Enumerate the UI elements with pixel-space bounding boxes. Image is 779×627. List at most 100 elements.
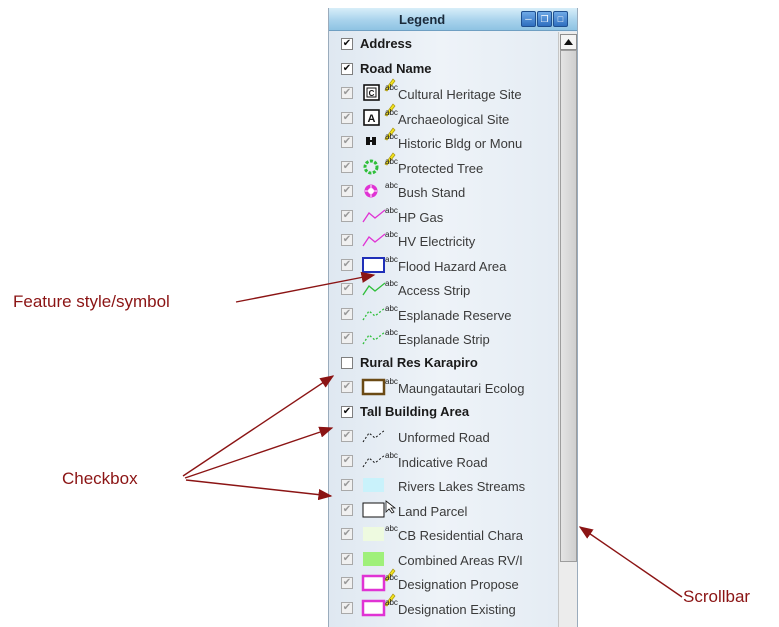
- item-label: Protected Tree: [398, 160, 484, 176]
- item-label: CB Residential Chara: [398, 528, 524, 543]
- green-fill-icon: [363, 551, 384, 566]
- item-label: Designation Propose: [398, 577, 519, 592]
- item-checkbox[interactable]: ✔: [341, 209, 353, 222]
- legend-item-row: ✔ abc CB Residential Chara: [329, 522, 559, 546]
- scroll-up-button[interactable]: [560, 34, 577, 50]
- label-abc-icon: abc: [385, 377, 398, 386]
- item-label: Historic Bldg or Monu: [398, 136, 523, 151]
- layer-checkbox[interactable]: [341, 356, 353, 369]
- item-checkbox[interactable]: ✔: [341, 136, 353, 148]
- item-checkbox[interactable]: ✔: [341, 258, 353, 271]
- item-checkbox[interactable]: ✔: [341, 234, 353, 246]
- checkbox-arrow-2: [184, 426, 334, 479]
- item-label: Access Strip: [398, 283, 471, 298]
- legend-item-row: ✔ Aabc Archaeological Site: [329, 102, 559, 130]
- item-checkbox[interactable]: ✔: [341, 552, 353, 565]
- item-label: Designation Existing: [398, 601, 516, 617]
- triangle-up-icon: [564, 39, 573, 45]
- legend-item-row: ✔ abc HP Gas: [329, 204, 559, 228]
- layer-label: Rural Res Karapiro: [360, 354, 478, 370]
- minimize-button[interactable]: ─: [521, 11, 536, 27]
- svg-text:A: A: [368, 113, 376, 125]
- green-dashed-line-icon: [362, 331, 386, 345]
- layer-row: ✔ Address: [329, 32, 559, 56]
- legend-item-row: ✔ abc Designation Existing: [329, 592, 559, 620]
- item-label: Rivers Lakes Streams: [398, 479, 526, 494]
- magenta-line-icon: [362, 208, 386, 222]
- layer-row: ✔ Road Name: [329, 57, 559, 81]
- legend-item-row: ✔ abc Designation Propose: [329, 568, 559, 595]
- legend-item-row: ✔ Combined Areas RV/I: [329, 547, 559, 571]
- legend-item-row: ✔ abc Flood Hazard Area: [329, 253, 559, 277]
- item-checkbox[interactable]: ✔: [341, 601, 353, 614]
- item-checkbox[interactable]: ✔: [341, 185, 353, 197]
- label-abc-icon: abc: [385, 230, 398, 239]
- legend-item-row: ✔ abc Esplanade Reserve: [329, 302, 559, 326]
- label-abc-icon: abc: [385, 132, 398, 141]
- item-checkbox[interactable]: ✔: [341, 479, 353, 491]
- layer-label: Address: [360, 36, 413, 51]
- item-checkbox[interactable]: ✔: [341, 503, 353, 516]
- label-abc-icon: abc: [385, 83, 398, 92]
- black-dashed-line-icon: [362, 454, 386, 467]
- legend-titlebar: Legend ─ ❐ □: [329, 8, 577, 31]
- layer-checkbox[interactable]: ✔: [341, 62, 353, 75]
- item-checkbox[interactable]: ✔: [341, 332, 353, 344]
- checkbox-arrow-1: [182, 375, 335, 477]
- item-checkbox[interactable]: ✔: [341, 454, 353, 467]
- label-abc-icon: abc: [385, 205, 398, 215]
- layer-row: ✔ Tall Building Area: [329, 400, 559, 424]
- item-label: Land Parcel: [398, 503, 468, 519]
- label-abc-icon: abc: [385, 524, 398, 533]
- item-checkbox[interactable]: ✔: [341, 307, 353, 320]
- item-checkbox[interactable]: ✔: [341, 160, 353, 173]
- layer-checkbox[interactable]: ✔: [341, 405, 353, 418]
- item-checkbox[interactable]: ✔: [341, 381, 353, 393]
- item-checkbox[interactable]: ✔: [341, 430, 353, 442]
- item-label: Archaeological Site: [398, 111, 510, 127]
- magenta-line-icon: [362, 233, 386, 247]
- layer-label: Tall Building Area: [360, 403, 470, 419]
- checkbox-callout: Checkbox: [62, 469, 138, 488]
- legend-list: ✔ Address ✔ Road Name ✔ Cabc Cultural Herita…: [329, 32, 559, 627]
- label-abc-icon: abc: [385, 573, 398, 582]
- item-label: Cultural Heritage Site: [398, 87, 522, 102]
- item-label: HP Gas: [398, 209, 444, 225]
- maximize-button[interactable]: □: [553, 11, 568, 27]
- scrollbar[interactable]: [558, 32, 577, 627]
- svg-text:C: C: [369, 89, 375, 98]
- scrollbar-arrow: [578, 526, 683, 598]
- legend-item-row: ✔ abc Maungatautari Ecolog: [329, 375, 559, 399]
- scrollbar-thumb[interactable]: [560, 50, 577, 562]
- green-line-icon: [362, 282, 386, 296]
- white-box-icon: [362, 502, 385, 517]
- item-label: Maungatautari Ecolog: [398, 381, 525, 396]
- magenta-flower-icon: [364, 184, 378, 198]
- item-checkbox[interactable]: ✔: [341, 87, 353, 99]
- item-checkbox[interactable]: ✔: [341, 283, 353, 295]
- legend-item-row: ✔ Cabc Cultural Heritage Site: [329, 78, 559, 105]
- item-checkbox[interactable]: ✔: [341, 528, 353, 540]
- label-abc-icon: abc: [385, 597, 398, 607]
- item-checkbox[interactable]: ✔: [341, 577, 353, 589]
- item-checkbox[interactable]: ✔: [341, 111, 353, 124]
- pale-fill-icon: [363, 527, 384, 541]
- green-dashed-line-icon: [362, 306, 386, 320]
- item-label: Unformed Road: [398, 430, 490, 445]
- item-label: HV Electricity: [398, 234, 476, 249]
- layer-row: Rural Res Karapiro: [329, 351, 559, 375]
- layer-checkbox[interactable]: ✔: [341, 38, 353, 50]
- legend-panel: Legend ─ ❐ □ ✔ Address ✔ Road Name ✔ Cabc Cu…: [328, 8, 578, 627]
- blue-box-icon: [362, 256, 385, 273]
- label-abc-icon: abc: [385, 156, 398, 166]
- item-label: Bush Stand: [398, 185, 466, 200]
- restore-button[interactable]: ❐: [537, 11, 552, 27]
- label-abc-icon: abc: [385, 254, 398, 264]
- label-abc-icon: abc: [385, 181, 398, 190]
- legend-item-row: ✔ Rivers Lakes Streams: [329, 473, 559, 497]
- legend-title: Legend: [399, 12, 446, 27]
- item-label: Indicative Road: [398, 454, 488, 470]
- light-blue-fill-icon: [363, 478, 384, 492]
- legend-item-row: ✔ abc Esplanade Strip: [329, 326, 559, 350]
- legend-item-row: ✔ abc HV Electricity: [329, 228, 559, 252]
